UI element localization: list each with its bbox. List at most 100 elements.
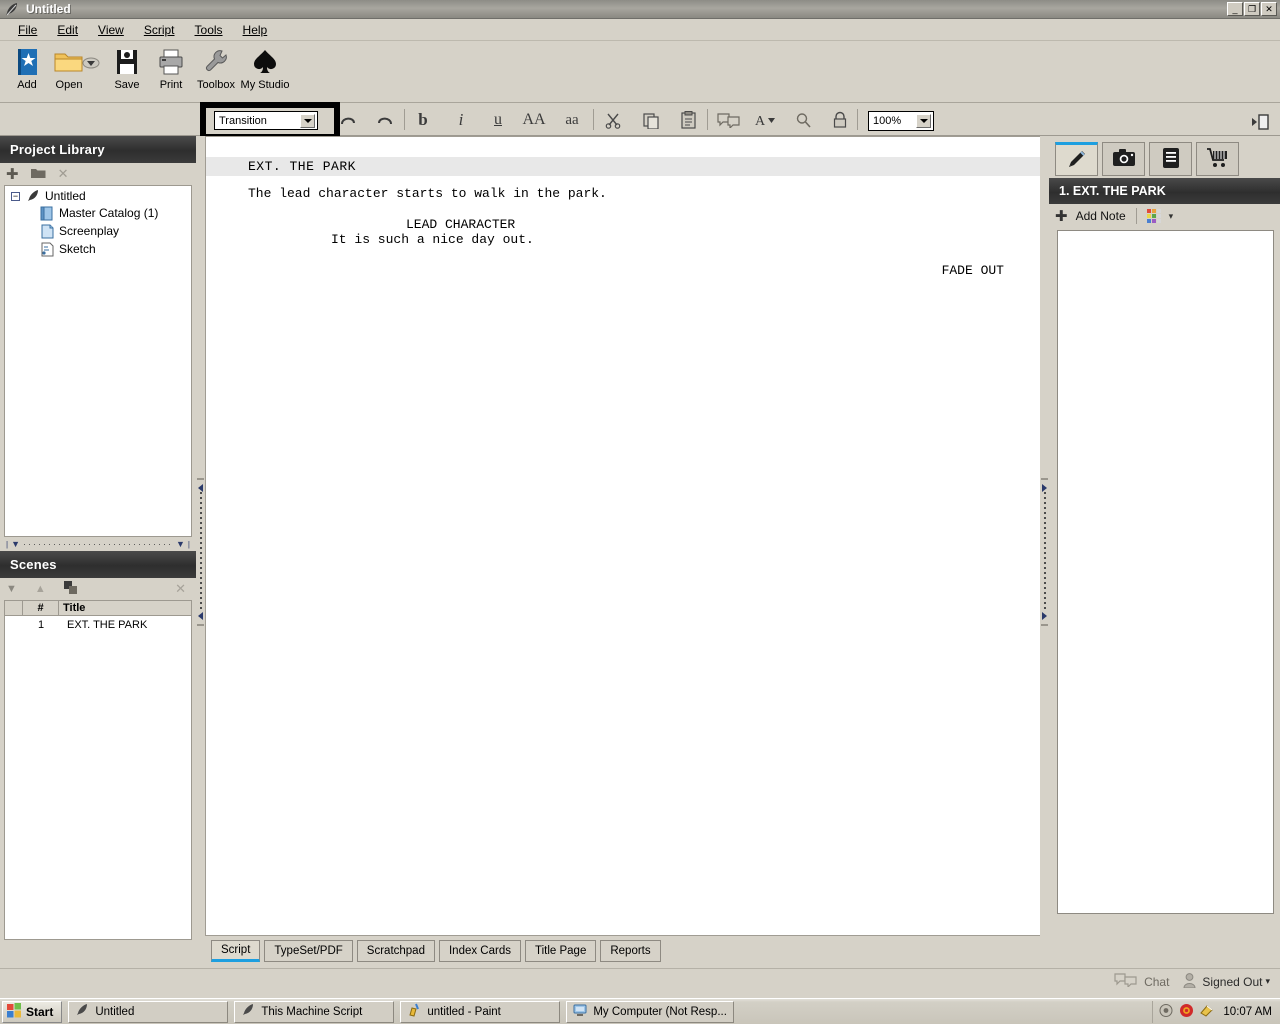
splitter-left-arrow-icon[interactable]: [198, 484, 203, 492]
tree-item-label: Sketch: [59, 242, 96, 256]
start-button-label: Start: [26, 1004, 54, 1019]
menu-view[interactable]: View: [88, 21, 134, 39]
tree-item-screenplay[interactable]: Screenplay: [5, 222, 191, 240]
right-panel: 1. EXT. THE PARK ✚ Add Note ▾: [1049, 136, 1280, 968]
chat-bubbles-icon[interactable]: [1114, 973, 1138, 990]
lock-icon[interactable]: [827, 109, 853, 131]
chat-label[interactable]: Chat: [1144, 975, 1169, 989]
move-down-button[interactable]: ▼: [6, 583, 17, 595]
store-tab[interactable]: [1196, 142, 1239, 176]
maximize-button[interactable]: ❐: [1244, 2, 1260, 16]
add-note-button[interactable]: Add Note: [1076, 209, 1126, 223]
right-vertical-splitter[interactable]: [1040, 136, 1049, 968]
account-caret-icon[interactable]: ▾: [1265, 976, 1270, 987]
lowercase-icon[interactable]: aa: [559, 109, 585, 131]
project-library-toolbar: ✚ ✕: [0, 163, 196, 185]
minimize-button[interactable]: _: [1227, 2, 1243, 16]
taskbar-clock[interactable]: 10:07 AM: [1223, 1006, 1272, 1018]
tree-expander[interactable]: −: [11, 191, 20, 201]
undo-icon[interactable]: [335, 109, 361, 131]
notes-icon[interactable]: [716, 109, 742, 131]
new-folder-button[interactable]: [30, 167, 46, 182]
scenes-header: Scenes: [0, 551, 196, 578]
menu-file[interactable]: File: [8, 21, 47, 39]
menu-edit[interactable]: Edit: [47, 21, 88, 39]
taskbar-item-paint[interactable]: untitled - Paint: [400, 1000, 561, 1023]
dialogue-line[interactable]: It is such a nice day out.: [206, 232, 1044, 247]
tree-item-sketch[interactable]: Sketch: [5, 240, 191, 258]
antivirus-icon[interactable]: [1179, 1003, 1194, 1021]
sketch-icon: [39, 241, 55, 257]
main-toolbar: Add Open Save Print Toolbox My Studio: [0, 41, 1280, 103]
delete-scene-button[interactable]: ✕: [175, 581, 186, 597]
splitter-right-arrow-icon[interactable]: [1042, 484, 1047, 492]
my-studio-button[interactable]: My Studio: [238, 45, 292, 91]
taskbar-item-my-computer[interactable]: My Computer (Not Resp...: [566, 1000, 735, 1023]
color-picker-caret-icon[interactable]: ▾: [1169, 211, 1174, 222]
zoom-select[interactable]: 100%: [868, 111, 934, 131]
taskbar-item-label: This Machine Script: [261, 1005, 363, 1018]
element-type-caret-icon[interactable]: [300, 114, 315, 128]
panel-horizontal-splitter[interactable]: | ▼ ······························ ▼ |: [0, 537, 196, 551]
tree-item-untitled[interactable]: − Untitled: [5, 186, 191, 204]
cut-icon[interactable]: [600, 109, 626, 131]
tab-index-cards[interactable]: Index Cards: [438, 940, 521, 962]
tree-item-master-catalog[interactable]: Master Catalog (1): [5, 204, 191, 222]
underline-icon[interactable]: u: [485, 109, 511, 131]
uppercase-icon[interactable]: AA: [521, 109, 547, 131]
scenes-col-number: #: [23, 601, 59, 616]
notes-tab[interactable]: [1055, 142, 1098, 176]
splitter-left-arrow-icon-2[interactable]: [198, 612, 203, 620]
shopping-cart-icon: [1206, 147, 1230, 172]
transition-line[interactable]: FADE OUT: [206, 247, 1044, 278]
paste-icon[interactable]: [675, 109, 701, 131]
taskbar-item-this-machine-script[interactable]: This Machine Script: [234, 1000, 395, 1023]
menu-help[interactable]: Help: [233, 21, 278, 39]
account-status-label[interactable]: Signed Out: [1202, 975, 1262, 989]
tab-title-page[interactable]: Title Page: [525, 940, 597, 962]
menu-tools[interactable]: Tools: [185, 21, 233, 39]
script-page-icon: [39, 223, 55, 239]
character-cue[interactable]: LEAD CHARACTER: [206, 201, 1044, 232]
add-item-button[interactable]: ✚: [6, 165, 19, 183]
toolbox-button[interactable]: Toolbox: [189, 45, 243, 91]
tab-script[interactable]: Script: [211, 940, 261, 962]
menu-script[interactable]: Script: [134, 21, 185, 39]
scene-heading[interactable]: EXT. THE PARK: [206, 157, 1044, 176]
duplicate-scene-button[interactable]: [63, 581, 78, 597]
delete-item-button[interactable]: ✕: [58, 166, 69, 182]
zoom-caret-icon[interactable]: [916, 114, 931, 128]
bold-icon[interactable]: b: [410, 109, 436, 131]
action-paragraph[interactable]: The lead character starts to walk in the…: [206, 176, 1044, 201]
pencil-icon: [1065, 147, 1089, 174]
element-type-select[interactable]: Transition: [214, 111, 318, 130]
tab-scratchpad[interactable]: Scratchpad: [356, 940, 435, 962]
script-editor[interactable]: EXT. THE PARK The lead character starts …: [205, 136, 1045, 936]
start-button[interactable]: Start: [2, 1000, 63, 1023]
copy-icon[interactable]: [638, 109, 664, 131]
splitter-right-arrow-icon-2[interactable]: [1042, 612, 1047, 620]
color-palette-icon[interactable]: [1146, 209, 1161, 223]
close-button[interactable]: ✕: [1261, 2, 1277, 16]
left-vertical-splitter[interactable]: [196, 136, 205, 968]
redo-icon[interactable]: [372, 109, 398, 131]
project-library-header: Project Library: [0, 136, 196, 163]
taskbar-item-untitled[interactable]: Untitled: [68, 1000, 229, 1023]
show-panel-icon[interactable]: [1248, 111, 1274, 133]
move-up-button[interactable]: ▲: [35, 583, 46, 595]
table-row[interactable]: 1 EXT. THE PARK: [5, 616, 191, 633]
italic-icon[interactable]: i: [448, 109, 474, 131]
network-icon[interactable]: [1199, 1003, 1214, 1021]
scenes-col-title: Title: [59, 601, 191, 616]
tree-item-label: Untitled: [45, 189, 86, 203]
tab-reports[interactable]: Reports: [600, 940, 661, 962]
find-icon[interactable]: [790, 109, 816, 131]
font-menu-icon[interactable]: A: [753, 109, 779, 131]
volume-icon[interactable]: [1159, 1003, 1174, 1021]
documents-tab[interactable]: [1149, 142, 1192, 176]
photos-tab[interactable]: [1102, 142, 1145, 176]
tab-typeset-pdf[interactable]: TypeSet/PDF: [264, 940, 353, 962]
menu-file-label: File: [18, 22, 38, 37]
notes-list-area[interactable]: [1057, 230, 1274, 914]
menu-tools-label: Tools: [194, 22, 223, 37]
